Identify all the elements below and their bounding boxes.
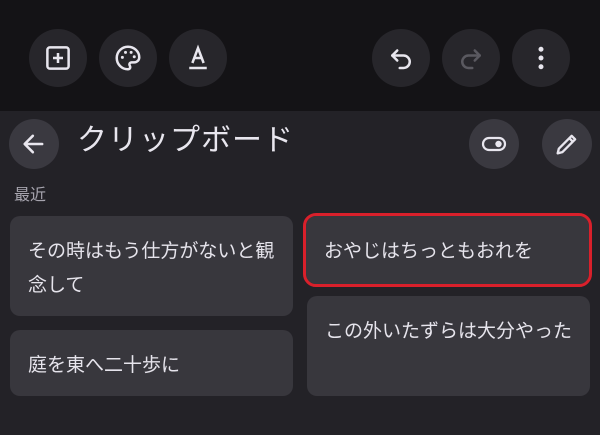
editor-toolbar (0, 0, 600, 111)
clipboard-item[interactable]: 庭を東へ二十歩に (10, 330, 293, 396)
redo-button[interactable] (442, 29, 500, 87)
edit-button[interactable] (542, 119, 592, 169)
text-format-button[interactable] (169, 29, 227, 87)
add-box-icon (46, 46, 70, 70)
pencil-icon (556, 134, 577, 155)
undo-button[interactable] (372, 29, 430, 87)
clipboard-item-text: その時はもう仕方がないと観念して (28, 240, 275, 296)
palette-icon (115, 45, 141, 71)
undo-icon (391, 49, 411, 70)
page-title: クリップボード (77, 123, 294, 158)
clipboard-item-text: おやじはちっともおれを (324, 240, 534, 262)
clipboard-item-text: この外いたずらは大分やった (325, 320, 573, 342)
section-label-recent: 最近 (14, 185, 47, 204)
clipboard-item-text: 庭を東へ二十歩に (28, 354, 181, 376)
clipboard-toggle-button[interactable] (469, 119, 519, 169)
clipboard-item[interactable]: この外いたずらは大分やった (307, 296, 590, 396)
redo-icon (461, 49, 481, 70)
theme-button[interactable] (99, 29, 157, 87)
clipboard-item-selected[interactable]: おやじはちっともおれを (303, 213, 592, 287)
more-options-button[interactable] (512, 29, 570, 87)
more-vert-icon (538, 46, 544, 70)
text-format-icon (189, 44, 207, 70)
back-button[interactable] (9, 119, 59, 169)
clipboard-item[interactable]: その時はもう仕方がないと観念して (10, 216, 293, 316)
toggle-icon (481, 136, 507, 152)
arrow-back-icon (23, 134, 44, 154)
add-button[interactable] (29, 29, 87, 87)
